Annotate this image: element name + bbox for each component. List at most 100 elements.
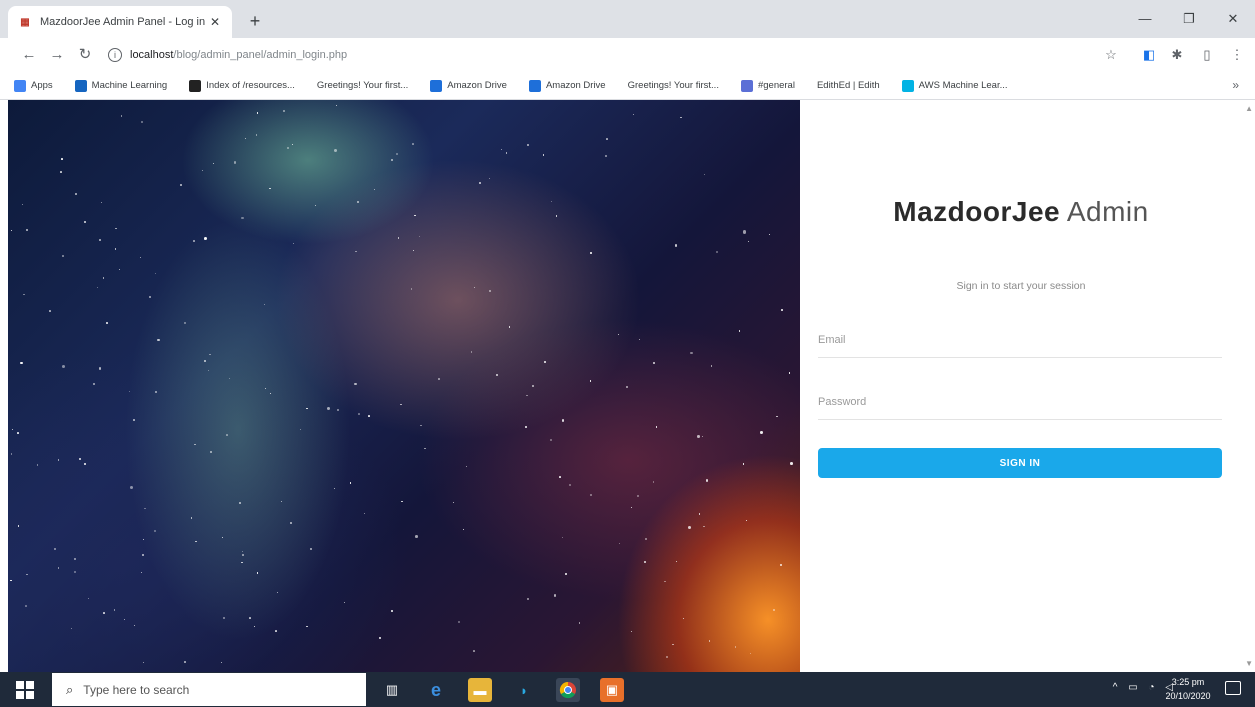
star-dot bbox=[412, 249, 414, 251]
star-dot bbox=[142, 661, 144, 664]
scroll-up-icon[interactable]: ▲ bbox=[1245, 104, 1253, 113]
star-dot bbox=[310, 548, 312, 551]
bookmark-item[interactable]: Amazon Drive bbox=[528, 79, 606, 92]
star-dot bbox=[390, 159, 393, 162]
star-dot bbox=[355, 250, 357, 253]
bookmark-item[interactable]: EdithEd | Edith bbox=[817, 80, 880, 91]
star-dot bbox=[10, 579, 12, 581]
windows-start-icon[interactable] bbox=[16, 681, 34, 699]
reload-button[interactable]: ↻ bbox=[74, 44, 96, 66]
app-icon[interactable]: ▣ bbox=[600, 678, 624, 702]
scroll-down-icon[interactable]: ▼ bbox=[1245, 659, 1253, 668]
menu-kebab-icon[interactable]: ⋮ bbox=[1228, 46, 1246, 64]
star-dot bbox=[489, 290, 492, 293]
star-dot bbox=[241, 554, 244, 557]
star-dot bbox=[286, 146, 289, 149]
extension-icon[interactable]: ◧ bbox=[1140, 46, 1158, 64]
bookmark-item[interactable]: Greetings! Your first... bbox=[628, 80, 719, 91]
star-dot bbox=[671, 643, 674, 646]
more-bookmarks-icon[interactable]: » bbox=[1232, 78, 1239, 92]
close-window-button[interactable]: ✕ bbox=[1211, 0, 1255, 38]
star-dot bbox=[697, 434, 700, 438]
star-dot bbox=[22, 204, 24, 206]
sign-in-button[interactable]: SIGN IN bbox=[818, 448, 1222, 478]
clock-date: 20/10/2020 bbox=[1165, 691, 1211, 701]
bookmark-item[interactable]: Greetings! Your first... bbox=[317, 80, 408, 91]
bookmark-item[interactable]: Amazon Drive bbox=[430, 79, 507, 92]
taskbar-search[interactable]: ⌕ Type here to search bbox=[52, 673, 366, 706]
star-dot bbox=[589, 494, 592, 496]
star-dot bbox=[743, 230, 747, 234]
browser-tab[interactable]: ▦ MazdoorJee Admin Panel - Log in ✕ bbox=[8, 6, 232, 38]
star-dot bbox=[36, 464, 39, 467]
edge-icon[interactable]: e bbox=[424, 678, 448, 702]
new-tab-button[interactable]: + bbox=[244, 10, 266, 32]
star-dot bbox=[238, 501, 241, 504]
bookmark-item[interactable]: Index of /resources... bbox=[189, 79, 295, 92]
star-dot bbox=[209, 353, 211, 356]
star-dot bbox=[87, 598, 90, 600]
star-dot bbox=[772, 609, 775, 612]
bookmark-label: Apps bbox=[31, 80, 53, 91]
star-dot bbox=[70, 627, 73, 630]
star-dot bbox=[184, 661, 187, 664]
site-info-icon[interactable]: i bbox=[108, 48, 122, 62]
star-dot bbox=[565, 572, 568, 575]
star-dot bbox=[674, 243, 678, 247]
star-dot bbox=[153, 530, 156, 533]
star-dot bbox=[527, 143, 530, 146]
star-dot bbox=[102, 277, 105, 279]
chrome-icon[interactable] bbox=[556, 678, 580, 702]
star-dot bbox=[703, 525, 705, 528]
star-dot bbox=[495, 373, 499, 376]
password-field[interactable] bbox=[818, 384, 1222, 420]
star-dot bbox=[363, 513, 365, 515]
star-dot bbox=[148, 296, 151, 299]
task-view-icon[interactable]: ▥ bbox=[380, 678, 404, 702]
notifications-icon[interactable] bbox=[1225, 681, 1241, 695]
star-dot bbox=[245, 137, 247, 139]
taskbar-clock[interactable]: 3:25 pm 20/10/2020 bbox=[1163, 675, 1213, 703]
star-dot bbox=[636, 494, 639, 497]
close-tab-icon[interactable]: ✕ bbox=[208, 15, 222, 29]
email-field[interactable] bbox=[818, 322, 1222, 358]
star-dot bbox=[630, 631, 632, 633]
bookmark-item[interactable]: #general bbox=[740, 79, 795, 92]
star-dot bbox=[333, 149, 337, 153]
bookmark-item[interactable]: AWS Machine Lear... bbox=[901, 79, 1008, 92]
star-dot bbox=[241, 550, 244, 552]
star-dot bbox=[226, 433, 229, 436]
minimize-button[interactable]: — bbox=[1123, 0, 1167, 38]
back-button[interactable]: ← bbox=[18, 44, 40, 66]
star-dot bbox=[788, 372, 791, 374]
bookmark-item[interactable]: Machine Learning bbox=[74, 79, 167, 92]
star-dot bbox=[270, 392, 272, 394]
address-bar[interactable]: i localhost /blog/admin_panel/admin_logi… bbox=[108, 44, 1088, 66]
star-dot bbox=[666, 655, 669, 658]
star-dot bbox=[140, 257, 142, 259]
store-icon[interactable]: ◗ bbox=[512, 678, 536, 702]
star-dot bbox=[550, 439, 553, 442]
forward-button[interactable]: → bbox=[46, 44, 68, 66]
extensions-puzzle-icon[interactable]: ✱ bbox=[1168, 46, 1186, 64]
profile-icon[interactable]: ▯ bbox=[1198, 46, 1216, 64]
star-dot bbox=[73, 570, 76, 573]
star-dot bbox=[653, 481, 655, 483]
star-dot bbox=[99, 239, 101, 241]
file-explorer-icon[interactable]: ▬ bbox=[468, 678, 492, 702]
star-dot bbox=[249, 617, 252, 620]
star-dot bbox=[74, 557, 77, 560]
star-dot bbox=[553, 594, 556, 597]
star-dot bbox=[201, 169, 203, 171]
restore-button[interactable]: ❐ bbox=[1167, 0, 1211, 38]
bookmark-item[interactable]: Apps bbox=[14, 79, 53, 92]
star-dot bbox=[478, 181, 481, 184]
star-dot bbox=[680, 116, 683, 119]
star-dot bbox=[664, 580, 666, 583]
bookmark-star-icon[interactable]: ☆ bbox=[1102, 46, 1120, 64]
star-dot bbox=[414, 214, 416, 217]
star-dot bbox=[738, 330, 741, 332]
star-dot bbox=[129, 485, 133, 489]
star-dot bbox=[61, 158, 63, 160]
star-dot bbox=[335, 104, 338, 107]
